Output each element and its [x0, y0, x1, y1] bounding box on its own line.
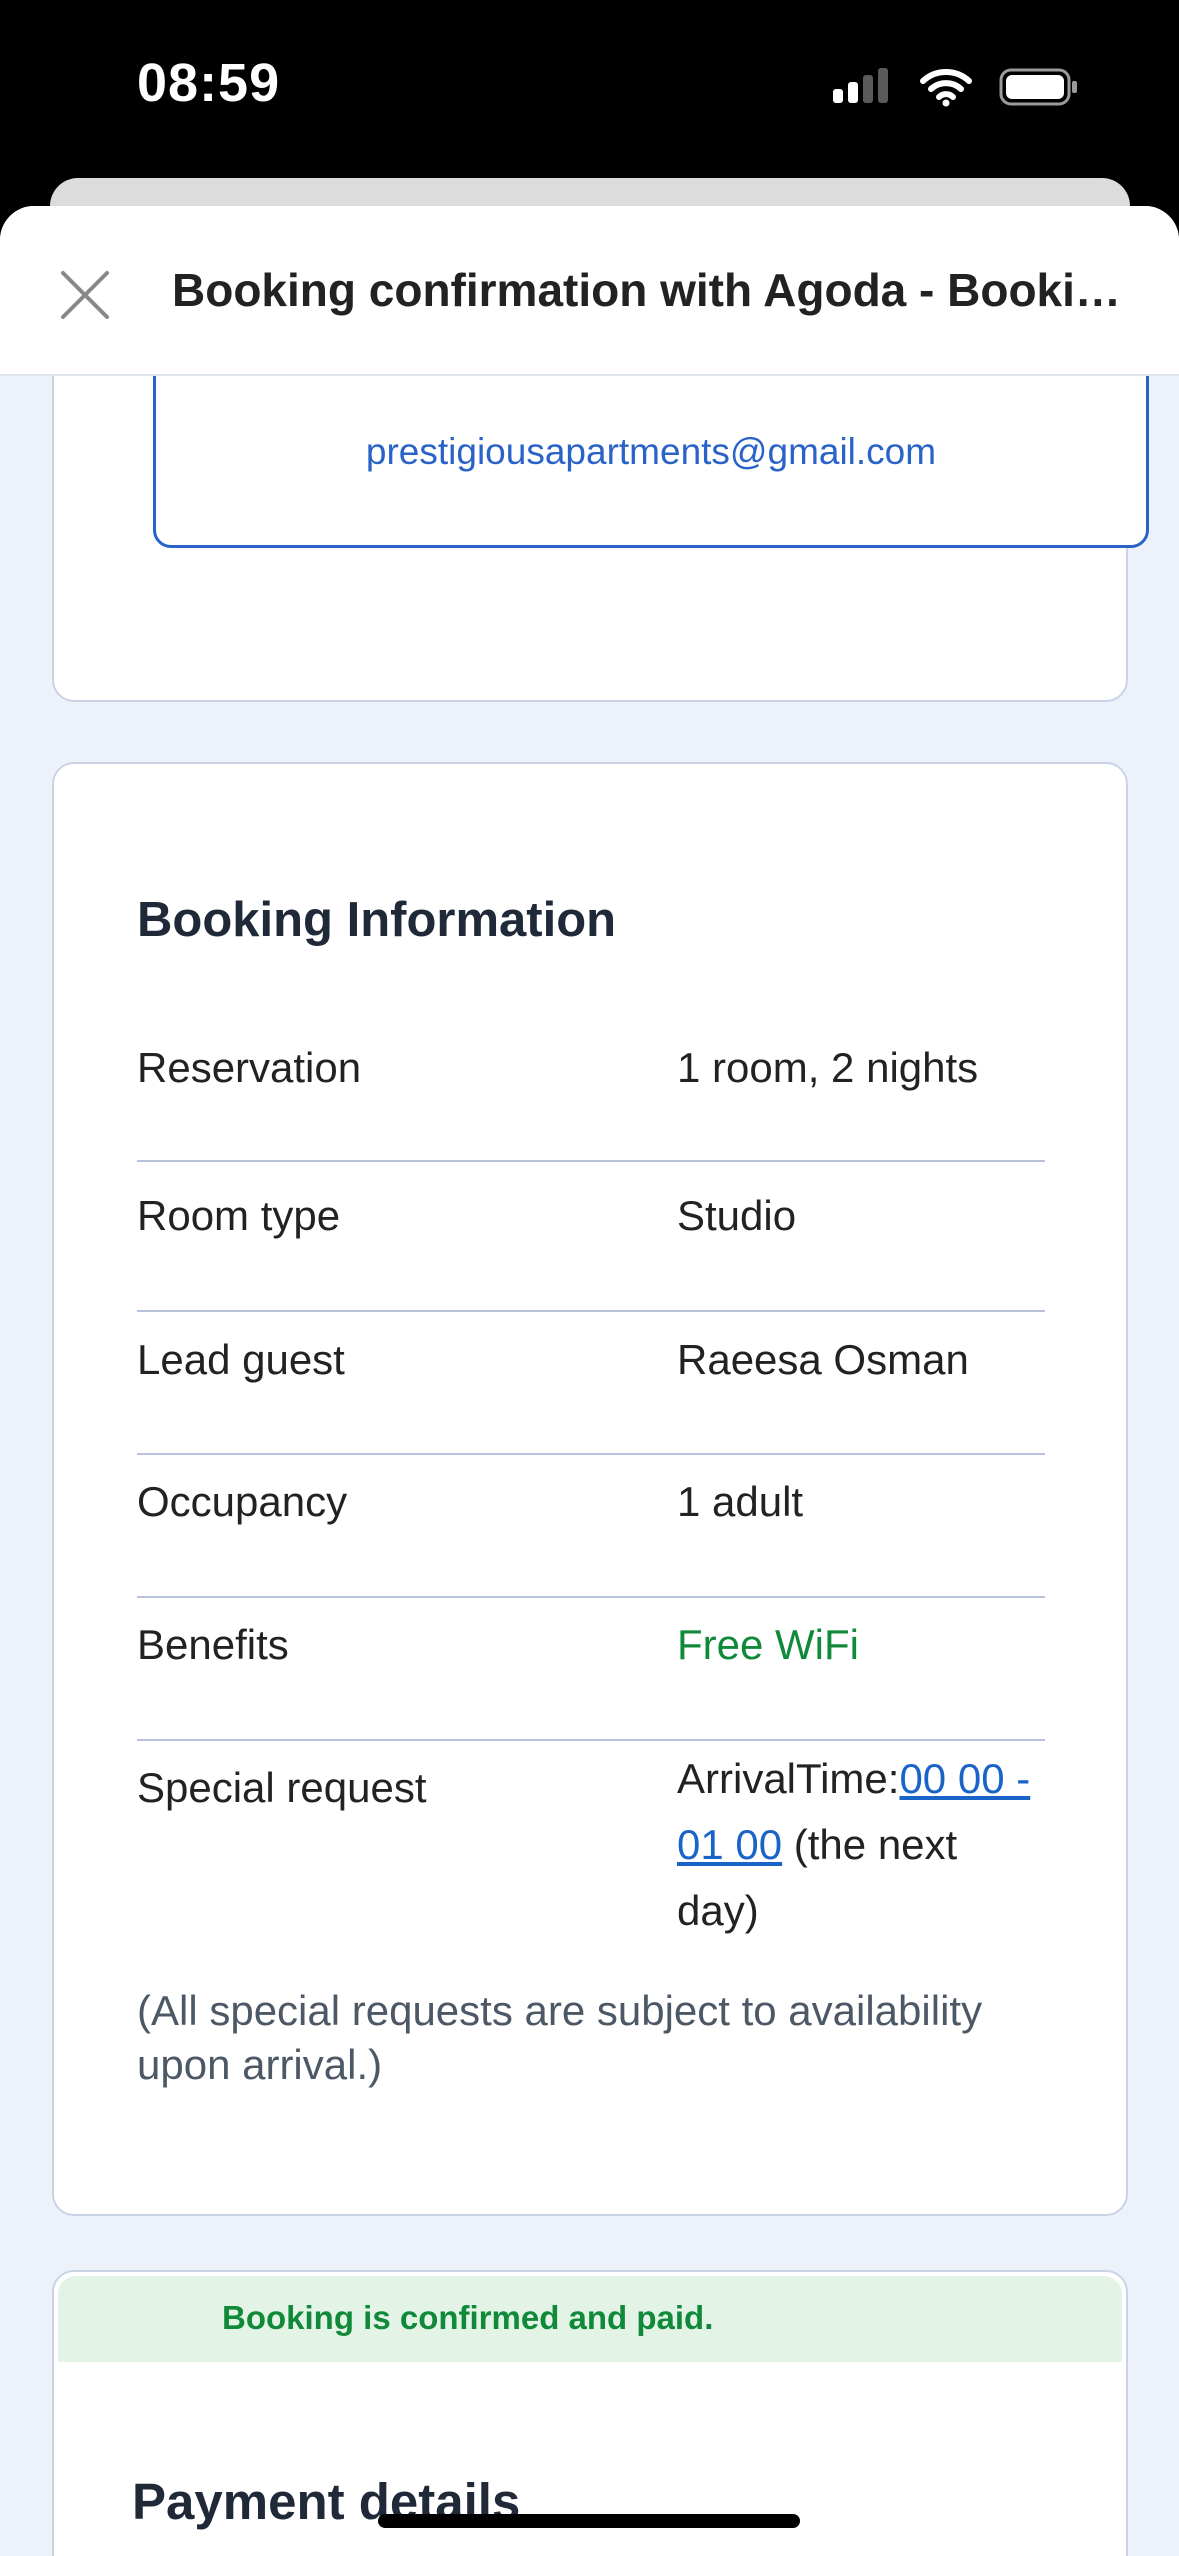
info-value: Studio: [677, 1192, 797, 1239]
status-icons: [833, 64, 1079, 110]
info-label: Lead guest: [137, 1336, 345, 1383]
booking-information-title: Booking Information: [137, 893, 617, 947]
confirmation-banner: Booking is confirmed and paid.: [58, 2276, 1122, 2362]
info-label: Occupancy: [137, 1478, 348, 1525]
info-row-special-request: Special request ArrivalTime:00 00 - 01 0…: [137, 1755, 1045, 1964]
wifi-icon: [920, 69, 972, 107]
info-value: 1 room, 2 nights: [677, 1044, 979, 1091]
benefit-free-wifi: Free WiFi: [677, 1621, 859, 1668]
info-value: 1 adult: [677, 1478, 804, 1525]
email-contact-box: prestigiousapartments@gmail.com: [153, 348, 1149, 548]
property-email-link[interactable]: prestigiousapartments@gmail.com: [156, 431, 1146, 473]
booking-information-card: Booking Information Reservation 1 room, …: [52, 762, 1128, 2216]
arrival-time-prefix: ArrivalTime:: [677, 1755, 900, 1802]
info-row-room-type: Room type Studio: [137, 1192, 1045, 1312]
email-subject-title: Booking confirmation with Agoda - Bookin…: [172, 264, 1132, 316]
confirmation-text: Booking is confirmed and paid.: [222, 2299, 714, 2336]
special-request-value: ArrivalTime:00 00 - 01 00 (the next day): [677, 1746, 1045, 1944]
email-viewer-sheet[interactable]: Booking confirmation with Agoda - Bookin…: [0, 206, 1179, 2556]
sheet-header: Booking confirmation with Agoda - Bookin…: [0, 206, 1179, 376]
info-label: Special request: [137, 1764, 427, 1811]
info-row-occupancy: Occupancy 1 adult: [137, 1478, 1045, 1598]
close-icon: [61, 271, 109, 319]
info-row-benefits: Benefits Free WiFi: [137, 1621, 1045, 1741]
info-value: Raeesa Osman: [677, 1336, 969, 1383]
status-bar: 08:59: [0, 0, 1179, 176]
info-label: Room type: [137, 1192, 341, 1239]
battery-icon: [999, 68, 1077, 106]
cellular-signal-icon: [833, 68, 888, 103]
close-button[interactable]: [40, 250, 130, 340]
status-time: 08:59: [137, 53, 281, 113]
info-label: Benefits: [137, 1621, 289, 1668]
special-request-disclaimer: (All special requests are subject to ava…: [137, 1987, 983, 2088]
home-indicator[interactable]: [378, 2514, 800, 2528]
info-row-reservation: Reservation 1 room, 2 nights: [137, 1044, 1045, 1162]
info-row-lead-guest: Lead guest Raeesa Osman: [137, 1336, 1045, 1455]
info-label: Reservation: [137, 1044, 362, 1091]
